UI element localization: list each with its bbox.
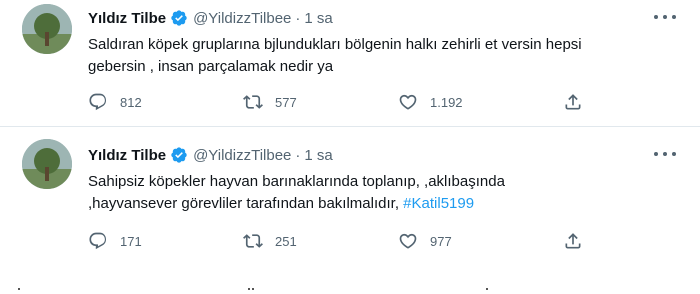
separator-dot: · xyxy=(295,9,301,27)
reply-icon xyxy=(89,93,107,111)
retweet-icon xyxy=(243,234,263,248)
timestamp[interactable]: 1 sa xyxy=(304,147,332,164)
tweet[interactable]: Yıldız Tilbe @YildizzTilbee · 1 sa Sahip… xyxy=(0,127,700,265)
author-name[interactable]: Yıldız Tilbe xyxy=(88,147,166,164)
retweet-icon xyxy=(243,95,263,109)
tweet-text-line: Sahipsiz köpekler hayvan barınaklarında … xyxy=(88,173,505,190)
tweet-text: Sahipsiz köpekler hayvan barınaklarında … xyxy=(88,171,688,215)
share-button[interactable] xyxy=(563,90,583,114)
avatar[interactable] xyxy=(22,4,72,54)
verified-badge-icon xyxy=(171,10,187,26)
reply-icon xyxy=(89,232,107,250)
retweet-count: 577 xyxy=(275,94,297,110)
author-handle[interactable]: @YildizzTilbee xyxy=(193,147,291,164)
separator-dot: · xyxy=(295,146,301,164)
tweet-text-line: ,hayvansever görevliler tarafından bakıl… xyxy=(88,193,688,215)
tweet-text-line: gebersin , insan parçalamak nedir ya xyxy=(88,58,334,75)
reply-button[interactable]: 812 xyxy=(88,90,142,114)
share-icon xyxy=(565,94,581,110)
retweet-button[interactable]: 577 xyxy=(243,90,297,114)
tweet-text-segment: ,hayvansever görevliler tarafından bakıl… xyxy=(88,195,399,212)
verified-badge-icon xyxy=(171,147,187,163)
reply-count: 812 xyxy=(120,94,142,110)
reply-button[interactable]: 171 xyxy=(88,229,142,253)
author-handle[interactable]: @YildizzTilbee xyxy=(193,10,291,27)
tweet-actions: 812 577 1.192 xyxy=(88,90,608,114)
author-name[interactable]: Yıldız Tilbe xyxy=(88,10,166,27)
tweet-actions: 171 251 977 xyxy=(88,229,608,253)
hashtag-link[interactable]: #Katil5199 xyxy=(403,195,474,212)
more-icon[interactable] xyxy=(654,145,676,163)
like-button[interactable]: 1.192 xyxy=(398,90,463,114)
reply-count: 171 xyxy=(120,233,142,249)
retweet-button[interactable]: 251 xyxy=(243,229,297,253)
like-icon xyxy=(399,233,417,249)
share-icon xyxy=(565,233,581,249)
like-button[interactable]: 977 xyxy=(398,229,452,253)
timestamp[interactable]: 1 sa xyxy=(304,10,332,27)
more-icon[interactable] xyxy=(654,8,676,26)
avatar[interactable] xyxy=(22,139,72,189)
like-count: 1.192 xyxy=(430,94,463,110)
like-count: 977 xyxy=(430,233,452,249)
tweet-text: Saldıran köpek gruplarına bjlundukları b… xyxy=(88,34,688,78)
share-button[interactable] xyxy=(563,229,583,253)
tweet[interactable]: Yıldız Tilbe @YildizzTilbee · 1 sa Saldı… xyxy=(0,0,700,126)
cropped-text-fragments xyxy=(0,288,700,294)
like-icon xyxy=(399,94,417,110)
retweet-count: 251 xyxy=(275,233,297,249)
tweet-text-line: Saldıran köpek gruplarına bjlundukları b… xyxy=(88,36,582,53)
